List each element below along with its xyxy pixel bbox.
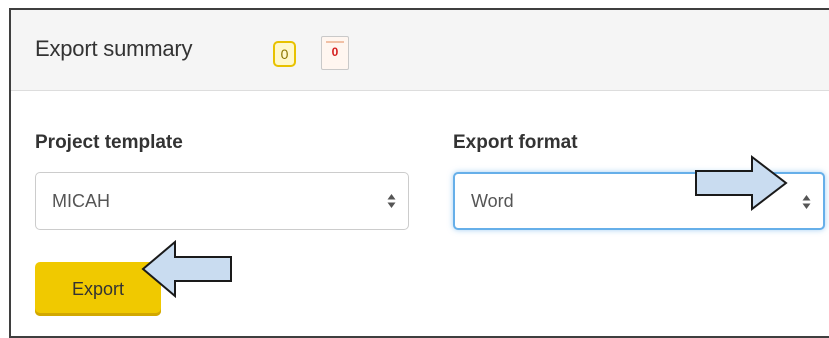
export-format-label: Export format — [453, 132, 578, 153]
export-format-value: Word — [471, 191, 514, 211]
panel-header: Export summary 0 0 — [11, 10, 829, 91]
select-updown-icon — [802, 195, 811, 209]
panel-title: Export summary — [35, 36, 193, 61]
pdf-icon-lines — [326, 41, 344, 43]
select-updown-icon — [387, 194, 396, 208]
callout-arrow-right — [695, 155, 788, 211]
export-button-label: Export — [71, 278, 125, 299]
pdf-icon[interactable]: 0 — [321, 36, 349, 70]
project-template-value: MICAH — [52, 191, 110, 211]
project-template-select[interactable]: MICAH — [35, 172, 409, 230]
pdf-count: 0 — [331, 45, 339, 59]
project-template-label: Project template — [35, 132, 183, 153]
summary-count-badge: 0 — [273, 41, 296, 67]
callout-arrow-left — [141, 240, 232, 298]
